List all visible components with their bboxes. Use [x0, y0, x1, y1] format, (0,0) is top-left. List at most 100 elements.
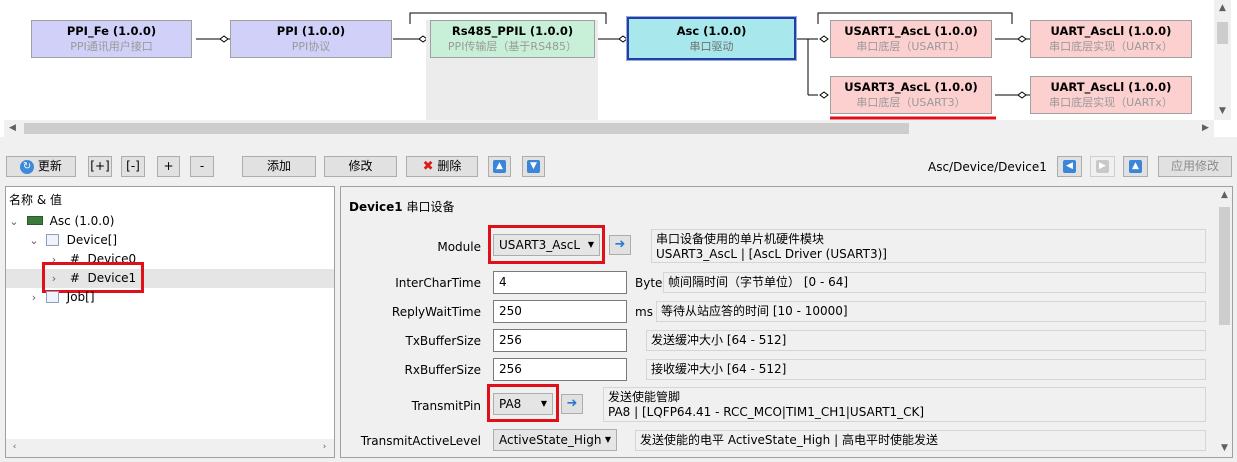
scroll-right-icon[interactable]: ▶ — [1197, 120, 1214, 137]
arrow-down-icon: ▼ — [527, 160, 540, 173]
expand-all-button[interactable]: [+] — [88, 156, 112, 177]
back-button[interactable]: ◀ — [1057, 156, 1082, 177]
array-icon — [45, 233, 59, 246]
forward-button[interactable]: ▶ — [1090, 156, 1115, 177]
replywaittime-description: 等待从站应答的时间 [10 - 10000] — [656, 301, 1206, 322]
transmitpin-description: 发送使能管脚 PA8 | [LQFP64.41 - RCC_MCO|TIM1_C… — [603, 387, 1206, 422]
refresh-button[interactable]: ↻ 更新 — [6, 156, 76, 177]
collapse-button[interactable]: - — [190, 156, 214, 177]
node-title: UART_AscLl (1.0.0) — [1050, 24, 1172, 38]
interchartime-label: InterCharTime — [395, 276, 481, 290]
property-panel: Device1 串口设备 Module USART3_AscL ▼ ➜ 串口设备… — [340, 186, 1233, 458]
move-down-button[interactable]: ▼ — [522, 156, 545, 177]
scroll-left-icon[interactable]: ‹ — [6, 439, 23, 456]
diagram-hscrollbar[interactable]: ◀ ▶ — [4, 120, 1214, 137]
collapse-all-button[interactable]: [-] — [121, 156, 145, 177]
replywaittime-label: ReplyWaitTime — [391, 305, 481, 319]
tree-item-label: Asc (1.0.0) — [49, 214, 115, 228]
delete-x-icon: ✖ — [422, 159, 434, 174]
tree-item-label: Job[] — [66, 290, 95, 304]
replywaittime-input[interactable]: 250 — [493, 300, 627, 323]
scroll-down-icon[interactable]: ▼ — [1216, 440, 1232, 457]
node-path: Asc/Device/Device1 — [928, 160, 1047, 174]
refresh-label: 更新 — [37, 159, 62, 173]
tree-item-asc[interactable]: ⌄ Asc (1.0.0) — [8, 212, 328, 231]
dependency-diagram: PPI_Fe (1.0.0) PPI通讯用户接口 PPI (1.0.0) PPI… — [0, 0, 1237, 137]
property-title-desc: 串口设备 — [406, 200, 455, 214]
transmitpin-label: TransmitPin — [411, 399, 481, 413]
txbuffersize-description: 发送缓冲大小 [64 - 512] — [646, 330, 1206, 351]
goto-module-button[interactable]: ➜ — [609, 235, 631, 255]
chip-icon — [26, 216, 43, 225]
scroll-up-icon[interactable]: ▲ — [1214, 0, 1231, 17]
chevron-down-icon[interactable]: ⌄ — [8, 212, 20, 231]
scroll-up-icon[interactable]: ▲ — [1216, 187, 1232, 204]
goto-pin-button[interactable]: ➜ — [561, 394, 583, 414]
node-title: Rs485_PPIL (1.0.0) — [451, 24, 574, 38]
node-title: PPI_Fe (1.0.0) — [66, 24, 157, 38]
node-usart1-ascl[interactable]: USART1_AscL (1.0.0) 串口底层（USART1） — [830, 20, 992, 58]
description-line: PA8 | [LQFP64.41 - RCC_MCO|TIM1_CH1|USAR… — [608, 405, 925, 419]
apply-changes-button[interactable]: 应用修改 — [1158, 156, 1232, 177]
tree-item-job-array[interactable]: › Job[] — [28, 288, 328, 307]
rxbuffersize-description: 接收缓冲大小 [64 - 512] — [646, 359, 1206, 380]
add-button[interactable]: 添加 — [242, 156, 316, 177]
arrow-right-icon: ➜ — [614, 237, 626, 252]
node-subtitle: 串口驱动 — [689, 40, 734, 53]
arrow-right-icon: ▶ — [1096, 160, 1109, 173]
property-title-name: Device1 — [349, 200, 403, 214]
node-ppi-fe[interactable]: PPI_Fe (1.0.0) PPI通讯用户接口 — [31, 20, 192, 58]
module-description: 串口设备使用的单片机硬件模块 USART3_AscL | [AscL Drive… — [651, 229, 1206, 263]
interchartime-unit: Byte — [635, 276, 663, 290]
txbuffersize-label: TxBufferSize — [405, 334, 482, 348]
up-level-button[interactable]: ▲ — [1123, 156, 1148, 177]
scroll-down-icon[interactable]: ▼ — [1214, 103, 1231, 120]
expand-button[interactable]: + — [157, 156, 180, 177]
node-title: UART_AscLl (1.0.0) — [1050, 80, 1172, 94]
arrow-up-icon: ▲ — [493, 160, 506, 173]
replywaittime-unit: ms — [635, 305, 653, 319]
tree-panel: 名称 & 值 ⌄ Asc (1.0.0) ⌄ Device[] › # Devi… — [5, 186, 335, 458]
scroll-left-icon[interactable]: ◀ — [4, 120, 21, 137]
node-uart-ascll-3[interactable]: UART_AscLl (1.0.0) 串口底层实现（UARTx） — [1030, 76, 1192, 114]
rxbuffersize-label: RxBufferSize — [404, 363, 482, 377]
node-rs485-ppil[interactable]: Rs485_PPIL (1.0.0) PPI传输层（基于RS485） — [430, 20, 595, 58]
node-title: PPI (1.0.0) — [276, 24, 346, 38]
node-subtitle: 串口底层（USART1） — [856, 40, 966, 53]
rxbuffersize-input[interactable]: 256 — [493, 358, 627, 381]
tree-item-label: Device[] — [66, 233, 118, 247]
node-ppi[interactable]: PPI (1.0.0) PPI协议 — [230, 20, 392, 58]
interchartime-input[interactable]: 4 — [493, 271, 627, 294]
scroll-thumb[interactable] — [1219, 207, 1230, 325]
transmitactivelevel-description: 发送使能的电平 ActiveState_High | 高电平时使能发送 — [635, 430, 1206, 451]
node-asc[interactable]: Asc (1.0.0) 串口驱动 — [626, 16, 797, 61]
transmitactivelevel-select[interactable]: ActiveState_High ▼ — [493, 429, 617, 451]
node-uart-ascll-1[interactable]: UART_AscLl (1.0.0) 串口底层实现（UARTx） — [1030, 20, 1192, 58]
move-up-button[interactable]: ▲ — [488, 156, 511, 177]
node-title: Asc (1.0.0) — [676, 24, 747, 38]
txbuffersize-input[interactable]: 256 — [493, 329, 627, 352]
refresh-icon: ↻ — [20, 159, 35, 174]
delete-button[interactable]: ✖ 删除 — [406, 156, 478, 177]
diagram-vscrollbar[interactable]: ▲ ▼ — [1214, 0, 1231, 120]
tree-item-device-array[interactable]: ⌄ Device[] — [28, 231, 328, 250]
node-subtitle: PPI协议 — [291, 40, 331, 53]
array-icon — [45, 290, 59, 303]
chevron-right-icon[interactable]: › — [28, 288, 40, 307]
scroll-right-icon[interactable]: › — [316, 439, 333, 456]
node-subtitle: 串口底层实现（UARTx） — [1049, 96, 1173, 109]
description-line: USART3_AscL | [AscL Driver (USART3)] — [656, 247, 887, 261]
node-title: USART1_AscL (1.0.0) — [844, 24, 978, 38]
transmitactivelevel-value: ActiveState_High — [499, 433, 602, 447]
node-usart3-ascl[interactable]: USART3_AscL (1.0.0) 串口底层（USART3） — [830, 76, 992, 114]
node-subtitle: 串口底层实现（UARTx） — [1049, 40, 1173, 53]
property-vscrollbar[interactable]: ▲ ▼ — [1216, 187, 1232, 457]
chevron-down-icon[interactable]: ⌄ — [28, 231, 40, 250]
scroll-thumb[interactable] — [1217, 22, 1228, 44]
tree-hscrollbar[interactable]: ‹ › — [6, 439, 334, 457]
delete-label: 删除 — [437, 159, 462, 173]
scroll-thumb[interactable] — [24, 123, 909, 134]
highlight-box — [488, 225, 605, 264]
modify-button[interactable]: 修改 — [324, 156, 397, 177]
node-subtitle: 串口底层（USART3） — [856, 96, 966, 109]
